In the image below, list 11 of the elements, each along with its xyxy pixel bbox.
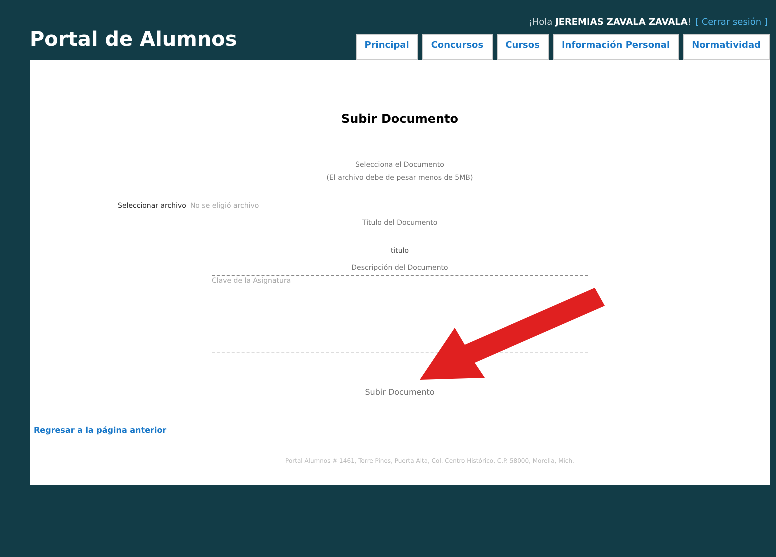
nav-tab[interactable]: Concursos [422,34,493,60]
upload-button[interactable]: Subir Documento [365,387,435,399]
nav-tab[interactable]: Normatividad [683,34,770,60]
page-heading: Subir Documento [341,111,458,128]
back-link[interactable]: Regresar a la página anterior [34,425,167,437]
greeting-text: ¡Hola JEREMIAS ZAVALA ZAVALA! [528,16,692,30]
portal-title: Portal de Alumnos [30,26,238,53]
nav-tab[interactable]: Información Personal [552,34,680,60]
logout-link[interactable]: [ Cerrar sesión ] [695,16,768,30]
nav-tab[interactable]: Principal [356,34,418,60]
nav-tab[interactable]: Cursos [496,34,549,60]
